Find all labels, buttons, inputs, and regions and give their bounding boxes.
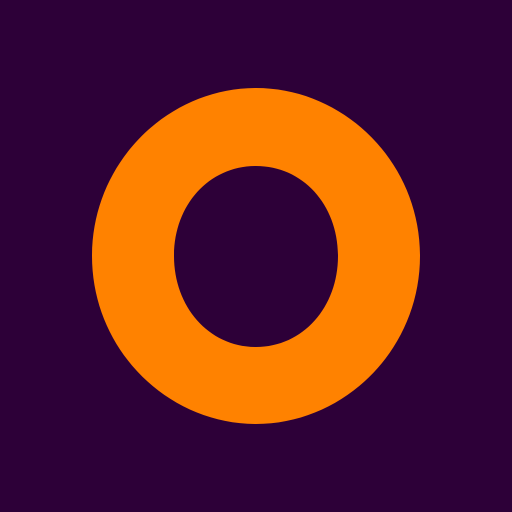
app-icon-logo: [0, 0, 512, 512]
app-icon-canvas: [0, 0, 512, 512]
background-fill: [0, 0, 512, 512]
